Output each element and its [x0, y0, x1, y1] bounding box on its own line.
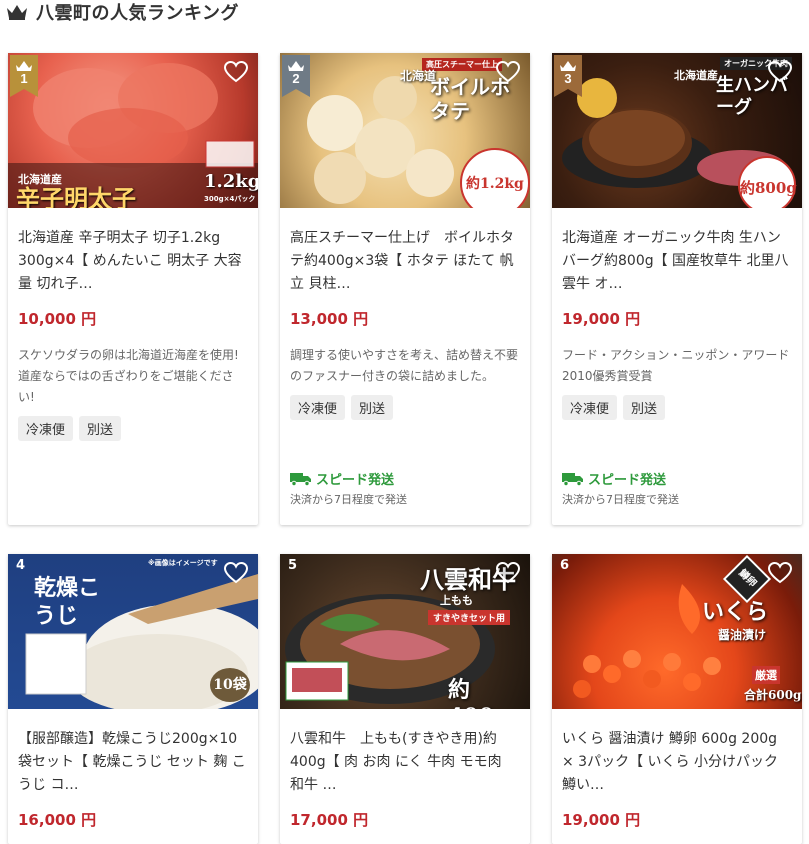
image-sub-text: 上もも — [440, 594, 473, 607]
product-title[interactable]: 高圧スチーマー仕上げ ボイルホタテ約400g×3袋【 ホタテ ほたて 帆立 貝柱… — [290, 227, 518, 296]
favorite-heart-icon[interactable] — [496, 562, 520, 584]
product-price: 16,000 円 — [18, 811, 97, 829]
image-sub-text: 醤油漬け — [718, 628, 767, 642]
tag-frozen: 冷凍便 — [18, 416, 74, 441]
rank-badge: 2 — [282, 55, 310, 97]
product-image[interactable]: 1 北海道産 辛子明太子 1.2kg 300g×4パック — [8, 53, 258, 208]
rank-badge: 3 — [554, 55, 582, 97]
image-weight-text: 約800g — [740, 179, 797, 197]
product-image[interactable]: 3 オーガニック牛肉 北海道産 生ハンバーグ 約800g — [552, 53, 802, 208]
image-badge-text: 厳選 — [752, 666, 780, 684]
speed-shipping-label: スピード発送 — [588, 473, 667, 488]
image-weight-text: 10袋 — [210, 668, 250, 702]
rank-number: 6 — [560, 558, 570, 573]
product-description: フード・アクション・ニッポン・アワード2010優秀賞受賞 — [562, 348, 790, 383]
section-title: 八雲町の人気ランキング — [36, 3, 239, 24]
tag-separate-shipping: 別送 — [79, 416, 122, 441]
product-description: 調理する使いやすさを考え、詰め替え不要のファスナー付きの袋に詰めました。 — [290, 348, 519, 383]
rank-badge: 1 — [10, 55, 38, 97]
image-main-text: 辛子明太子 — [16, 184, 136, 208]
tag-frozen: 冷凍便 — [290, 395, 346, 420]
truck-icon — [290, 472, 311, 486]
image-note-text: ※画像はイメージです — [148, 559, 218, 567]
product-image[interactable]: 2 高圧スチーマー仕上 北海道 ボイルホタテ 約1.2kg — [280, 53, 530, 208]
product-card[interactable]: 1 北海道産 辛子明太子 1.2kg 300g×4パック 北海道産 辛子明太子 … — [8, 53, 258, 525]
favorite-heart-icon[interactable] — [224, 61, 248, 83]
product-card[interactable]: 4 ※画像はイメージです 乾燥こうじ 10袋 【服部醸造】乾燥こうじ200g×1… — [8, 554, 258, 844]
favorite-heart-icon[interactable] — [768, 562, 792, 584]
truck-icon — [562, 472, 583, 486]
product-description: スケソウダラの卵は北海道近海産を使用!道産ならではの舌ざわりをご堪能ください! — [18, 348, 239, 404]
favorite-heart-icon[interactable] — [224, 562, 248, 584]
image-weight-text: 約400g — [448, 677, 509, 709]
product-card[interactable]: 5 八雲和牛 上もも すきやきセット用 約400g 八雲和牛 上もも(すきやき用… — [280, 554, 530, 844]
product-price: 13,000 円 — [290, 310, 369, 328]
product-title[interactable]: いくら 醤油漬け 鱒卵 600g 200g × 3パック【 いくら 小分けパック… — [562, 728, 790, 797]
product-title[interactable]: 北海道産 オーガニック牛肉 生ハンバーグ約800g【 国産牧草牛 北里八雲牛 オ… — [562, 227, 790, 296]
product-price: 10,000 円 — [18, 310, 97, 328]
image-weight-text: 合計600g — [744, 688, 802, 702]
tag-separate-shipping: 別送 — [623, 395, 666, 420]
rank-number: 4 — [16, 558, 26, 573]
image-weight-subtext: 300g×4パック — [204, 195, 256, 203]
speed-shipping: スピード発送 決済から7日程度で発送 — [290, 469, 407, 507]
tag-frozen: 冷凍便 — [562, 395, 618, 420]
tag-separate-shipping: 別送 — [351, 395, 394, 420]
rank-number: 5 — [288, 558, 298, 573]
favorite-heart-icon[interactable] — [768, 61, 792, 83]
image-weight-text: 1.2kg — [204, 171, 258, 192]
product-price: 19,000 円 — [562, 811, 641, 829]
image-weight-text: 約1.2kg — [466, 176, 524, 192]
speed-shipping-subtext: 決済から7日程度で発送 — [562, 493, 679, 506]
product-price: 17,000 円 — [290, 811, 369, 829]
speed-shipping: スピード発送 決済から7日程度で発送 — [562, 469, 679, 507]
product-card[interactable]: 3 オーガニック牛肉 北海道産 生ハンバーグ 約800g 北海道産 オーガニック… — [552, 53, 802, 525]
image-banner-text: すきやきセット用 — [428, 610, 511, 625]
tag-list: 冷凍便 別送 — [290, 395, 520, 420]
speed-shipping-label: スピード発送 — [316, 473, 395, 488]
crown-icon — [7, 5, 27, 20]
favorite-heart-icon[interactable] — [496, 61, 520, 83]
product-image[interactable]: 4 ※画像はイメージです 乾燥こうじ 10袋 — [8, 554, 258, 709]
tag-list: 冷凍便 別送 — [18, 416, 248, 441]
section-header: 八雲町の人気ランキング — [6, 0, 239, 24]
tag-list: 冷凍便 別送 — [562, 395, 792, 420]
product-card[interactable]: 6 鱒卵 いくら 醤油漬け 厳選 合計600g いくら 醤油漬け 鱒卵 600g… — [552, 554, 802, 844]
product-title[interactable]: 【服部醸造】乾燥こうじ200g×10袋セット【 乾燥こうじ セット 麹 こうじ … — [18, 728, 246, 797]
product-image[interactable]: 6 鱒卵 いくら 醤油漬け 厳選 合計600g — [552, 554, 802, 709]
product-price: 19,000 円 — [562, 310, 641, 328]
image-sub-text: 北海道産 — [674, 69, 718, 82]
image-main-text: いくら — [702, 599, 769, 625]
product-image[interactable]: 5 八雲和牛 上もも すきやきセット用 約400g — [280, 554, 530, 709]
product-title[interactable]: 北海道産 辛子明太子 切子1.2kg 300g×4【 めんたいこ 明太子 大容量… — [18, 227, 246, 296]
image-main-text: 乾燥こうじ — [34, 575, 101, 629]
product-card[interactable]: 2 高圧スチーマー仕上 北海道 ボイルホタテ 約1.2kg 高圧スチーマー仕上げ… — [280, 53, 530, 525]
product-title[interactable]: 八雲和牛 上もも(すきやき用)約400g【 肉 お肉 にく 牛肉 モモ肉 和牛 … — [290, 728, 518, 797]
speed-shipping-subtext: 決済から7日程度で発送 — [290, 493, 407, 506]
